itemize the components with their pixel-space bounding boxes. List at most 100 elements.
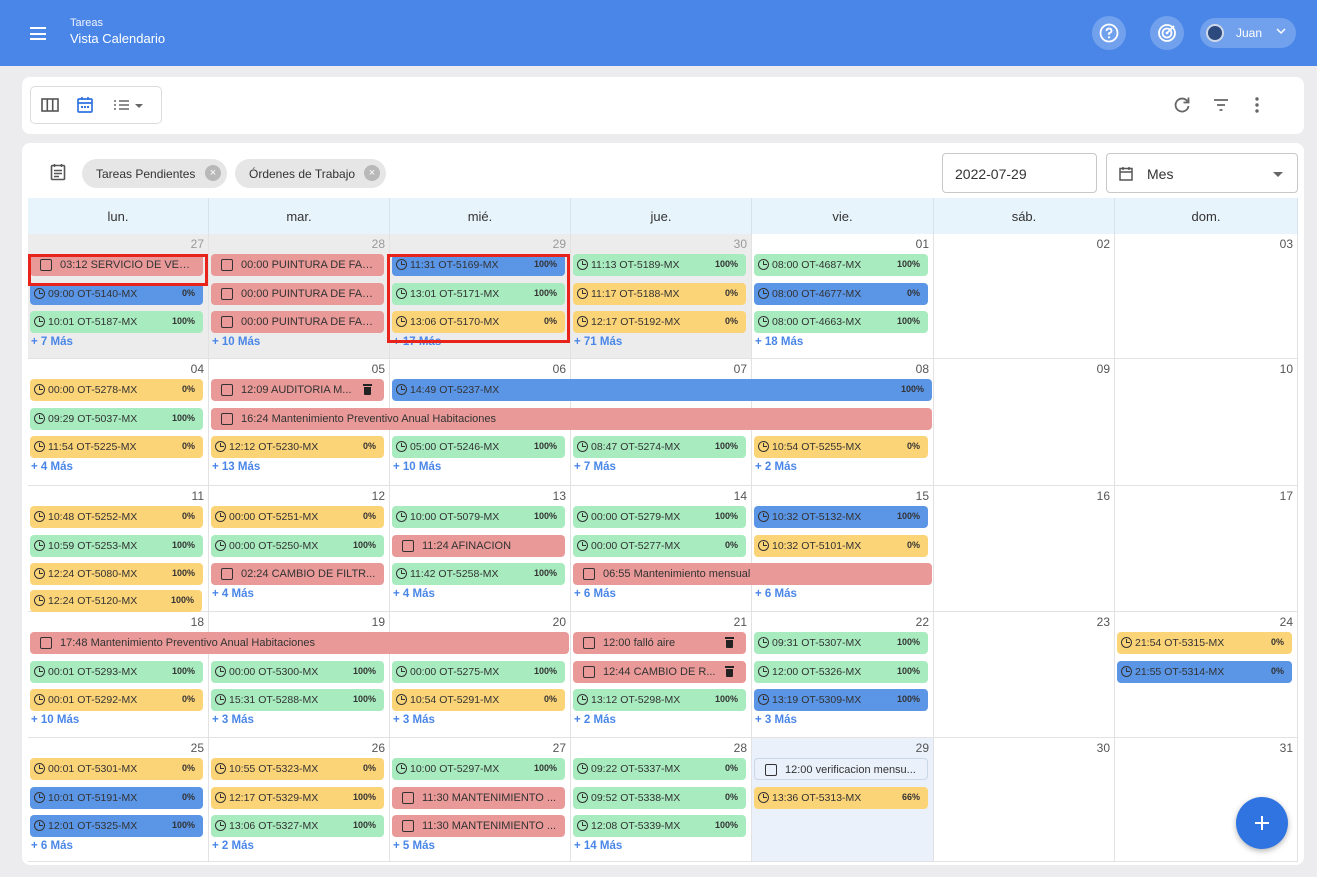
task-event[interactable]: 16:24 Mantenimiento Preventivo Anual Hab…: [211, 407, 932, 430]
checkbox-icon[interactable]: [765, 764, 777, 776]
work-order-event[interactable]: 13:01 OT-5171-MX 100%: [392, 282, 565, 305]
work-order-event[interactable]: 21:54 OT-5315-MX 0%: [1117, 632, 1292, 654]
task-event[interactable]: 17:48 Mantenimiento Preventivo Anual Hab…: [30, 632, 569, 654]
more-link[interactable]: + 17 Más: [393, 336, 441, 348]
work-order-event[interactable]: 12:17 OT-5329-MX 100%: [211, 786, 384, 809]
day-number[interactable]: 30: [734, 237, 747, 251]
day-number[interactable]: 29: [553, 237, 566, 251]
day-cell[interactable]: 16: [934, 486, 1115, 612]
day-cell[interactable]: 17: [1115, 486, 1298, 612]
day-number[interactable]: 02: [1097, 237, 1110, 251]
checkbox-icon[interactable]: [583, 568, 595, 580]
work-order-event[interactable]: 11:17 OT-5188-MX 0%: [573, 282, 746, 305]
more-link[interactable]: + 6 Más: [31, 840, 73, 852]
work-order-event[interactable]: 00:01 OT-5292-MX 0%: [30, 689, 203, 711]
more-link[interactable]: + 13 Más: [212, 461, 260, 473]
more-vert-icon[interactable]: [1252, 95, 1262, 115]
day-number[interactable]: 27: [191, 237, 204, 251]
more-link[interactable]: + 14 Más: [574, 840, 622, 852]
work-order-event[interactable]: 10:48 OT-5252-MX 0%: [30, 506, 203, 528]
day-number[interactable]: 27: [553, 741, 566, 755]
more-link[interactable]: + 71 Más: [574, 336, 622, 348]
day-number[interactable]: 21: [734, 615, 747, 629]
checkbox-icon[interactable]: [402, 539, 414, 552]
more-link[interactable]: + 4 Más: [393, 588, 435, 600]
day-number[interactable]: 15: [916, 489, 929, 503]
work-order-event[interactable]: 10:54 OT-5291-MX 0%: [392, 689, 565, 711]
work-order-event[interactable]: 08:00 OT-4687-MX 100%: [754, 254, 928, 276]
day-number[interactable]: 11: [192, 489, 204, 503]
work-order-event[interactable]: 12:17 OT-5192-MX 0%: [573, 311, 746, 333]
work-order-event[interactable]: 00:00 OT-5278-MX 0%: [30, 379, 203, 401]
work-order-event[interactable]: 13:36 OT-5313-MX 66%: [754, 786, 928, 809]
work-order-event[interactable]: 09:31 OT-5307-MX 100%: [754, 632, 928, 654]
day-number[interactable]: 23: [1097, 615, 1110, 629]
checkbox-icon[interactable]: [402, 791, 414, 804]
work-order-event[interactable]: 10:01 OT-5191-MX 0%: [30, 786, 203, 809]
day-number[interactable]: 29: [916, 741, 929, 755]
work-order-event[interactable]: 12:00 OT-5326-MX 100%: [754, 660, 928, 683]
day-number[interactable]: 06: [553, 362, 566, 376]
day-cell[interactable]: 02: [934, 234, 1115, 359]
trash-icon[interactable]: [725, 637, 734, 648]
period-select[interactable]: Mes: [1106, 153, 1298, 193]
work-order-event[interactable]: 13:12 OT-5298-MX 100%: [573, 689, 746, 711]
day-cell[interactable]: 23: [934, 612, 1115, 738]
day-number[interactable]: 16: [1097, 489, 1110, 503]
task-event[interactable]: 11:30 MANTENIMIENTO ...: [392, 815, 565, 837]
work-order-event[interactable]: 10:59 OT-5253-MX 100%: [30, 534, 203, 557]
day-number[interactable]: 13: [553, 489, 566, 503]
work-order-event[interactable]: 10:01 OT-5187-MX 100%: [30, 311, 203, 333]
checkbox-icon[interactable]: [221, 259, 233, 271]
work-order-event[interactable]: 21:55 OT-5314-MX 0%: [1117, 660, 1292, 683]
more-link[interactable]: + 10 Más: [31, 714, 79, 726]
day-cell[interactable]: 03: [1115, 234, 1298, 359]
day-cell[interactable]: 10: [1115, 359, 1298, 486]
chip-work-orders[interactable]: Órdenes de Trabajo ×: [235, 159, 386, 188]
checkbox-icon[interactable]: [221, 384, 233, 396]
work-order-event[interactable]: 00:01 OT-5301-MX 0%: [30, 758, 203, 780]
work-order-event[interactable]: 10:54 OT-5255-MX 0%: [754, 436, 928, 458]
day-number[interactable]: 26: [372, 741, 385, 755]
day-number[interactable]: 08: [916, 362, 929, 376]
work-order-event[interactable]: 10:32 OT-5132-MX 100%: [754, 506, 928, 528]
more-link[interactable]: + 3 Más: [212, 714, 254, 726]
more-link[interactable]: + 10 Más: [212, 336, 260, 348]
date-input[interactable]: 2022-07-29: [942, 153, 1097, 193]
work-order-event[interactable]: 00:00 OT-5275-MX 100%: [392, 660, 565, 683]
work-order-event[interactable]: 12:24 OT-5080-MX 100%: [30, 563, 203, 585]
day-number[interactable]: 01: [916, 237, 929, 251]
day-number[interactable]: 28: [734, 741, 747, 755]
work-order-event[interactable]: 08:00 OT-4677-MX 0%: [754, 282, 928, 305]
task-event[interactable]: 12:00 verificacion mensu...: [754, 758, 928, 780]
trash-icon[interactable]: [363, 384, 372, 395]
user-menu[interactable]: Juan: [1200, 18, 1296, 48]
task-event[interactable]: 12:09 AUDITORIA M...: [211, 379, 384, 401]
work-order-event[interactable]: 10:00 OT-5079-MX 100%: [392, 506, 565, 528]
more-link[interactable]: + 10 Más: [393, 461, 441, 473]
more-link[interactable]: + 6 Más: [574, 588, 616, 600]
task-event[interactable]: 02:24 CAMBIO DE FILTR...: [211, 563, 384, 585]
work-order-event[interactable]: 00:00 OT-5300-MX 100%: [211, 660, 384, 683]
work-order-event[interactable]: 11:31 OT-5169-MX 100%: [392, 254, 565, 276]
day-cell[interactable]: 30: [934, 738, 1115, 862]
work-order-event[interactable]: 00:00 OT-5251-MX 0%: [211, 506, 384, 528]
work-order-event[interactable]: 13:06 OT-5327-MX 100%: [211, 815, 384, 837]
work-order-event[interactable]: 11:54 OT-5225-MX 0%: [30, 436, 203, 458]
task-event[interactable]: 00:00 PUINTURA DE FAC...: [211, 311, 384, 333]
work-order-event[interactable]: 10:32 OT-5101-MX 0%: [754, 534, 928, 557]
work-order-event[interactable]: 13:19 OT-5309-MX 100%: [754, 689, 928, 711]
work-order-event[interactable]: 10:00 OT-5297-MX 100%: [392, 758, 565, 780]
task-event[interactable]: 03:12 SERVICIO DE VERI...: [30, 254, 203, 276]
trash-icon[interactable]: [725, 665, 734, 677]
add-button[interactable]: [1236, 797, 1288, 849]
more-link[interactable]: + 7 Más: [574, 461, 616, 473]
work-order-event[interactable]: 08:00 OT-4663-MX 100%: [754, 311, 928, 333]
work-order-event[interactable]: 10:55 OT-5323-MX 0%: [211, 758, 384, 780]
work-order-event[interactable]: 09:52 OT-5338-MX 0%: [573, 786, 746, 809]
checkbox-icon[interactable]: [40, 637, 52, 649]
menu-icon[interactable]: [30, 27, 46, 40]
chip-pending-tasks[interactable]: Tareas Pendientes ×: [82, 159, 227, 188]
work-order-event[interactable]: 12:08 OT-5339-MX 100%: [573, 815, 746, 837]
day-cell[interactable]: 09: [934, 359, 1115, 486]
